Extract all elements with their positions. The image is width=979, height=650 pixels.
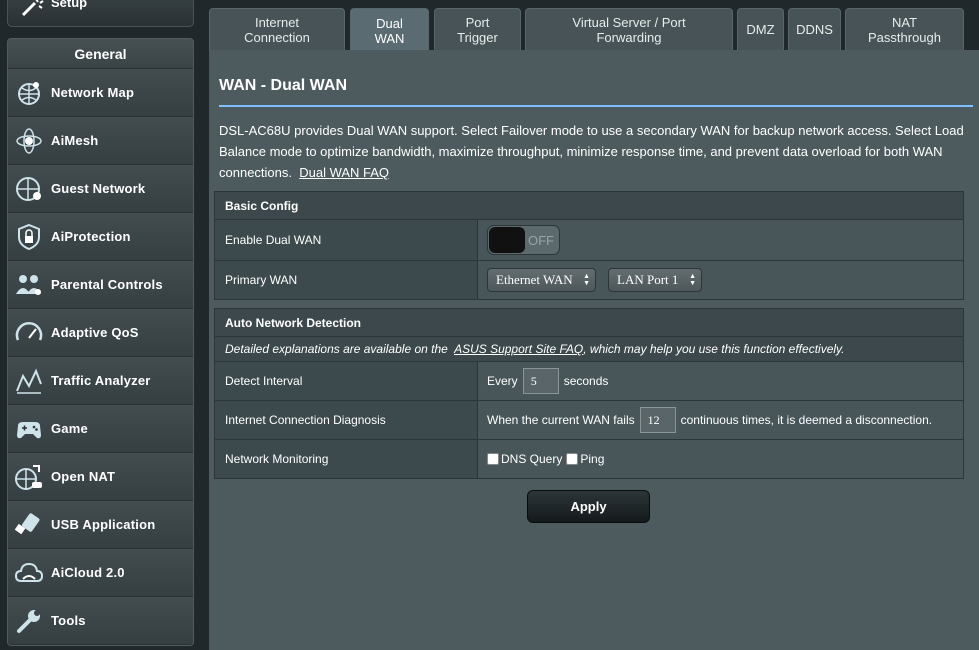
sidebar-item-aicloud-2-0[interactable]: AiCloud 2.0: [8, 549, 193, 597]
main-panel: WAN - Dual WAN DSL-AC68U provides Dual W…: [209, 50, 979, 650]
tab-internet-connection[interactable]: Internet Connection: [209, 8, 345, 50]
dns-query-label: DNS Query: [501, 452, 563, 466]
title-divider: [219, 105, 973, 107]
sidebar-item-label: AiProtection: [51, 229, 131, 244]
detect-every-text: Every: [487, 374, 518, 388]
enable-dual-wan-toggle[interactable]: OFF: [487, 225, 560, 255]
sidebar-item-adaptive-qos[interactable]: Adaptive QoS: [8, 309, 193, 357]
sidebar-item-label: Traffic Analyzer: [51, 373, 151, 388]
general-menu: General Network Map AiMesh Guest Network Ai…: [7, 38, 194, 646]
primary-wan-label: Primary WAN: [215, 261, 478, 299]
toggle-knob: [489, 227, 525, 253]
diagnosis-count-input[interactable]: 12: [639, 407, 676, 433]
sidebar-item-label: Parental Controls: [51, 277, 163, 292]
sidebar-item-label: AiMesh: [51, 133, 99, 148]
tab-port-trigger[interactable]: Port Trigger: [434, 8, 521, 50]
general-title: General: [8, 39, 193, 69]
sidebar-item-aiprotection[interactable]: AiProtection: [8, 213, 193, 261]
sidebar-item-label: Open NAT: [51, 469, 116, 484]
basic-config-table: Basic Config Enable Dual WAN OFF Primary…: [214, 191, 964, 300]
detect-seconds-text: seconds: [563, 374, 609, 388]
speedometer-icon: [14, 318, 44, 348]
tab-ddns[interactable]: DDNS: [788, 8, 841, 50]
dns-query-checkbox[interactable]: [487, 453, 499, 465]
shield-icon: [14, 222, 44, 252]
sidebar-item-label: Tools: [51, 613, 86, 628]
wrench-icon: [14, 606, 44, 636]
sidebar-item-open-nat[interactable]: Open NAT: [8, 453, 193, 501]
network-map-icon: [14, 78, 44, 108]
auto-detect-header: Auto Network Detection: [215, 309, 963, 337]
diagnosis-label: Internet Connection Diagnosis: [215, 401, 478, 439]
aimesh-icon: [14, 126, 44, 156]
usb-icon: [14, 510, 44, 540]
gamepad-icon: [14, 414, 44, 444]
setup-button[interactable]: Setup: [7, 0, 194, 27]
sidebar-item-label: AiCloud 2.0: [51, 565, 125, 580]
sidebar-item-guest-network[interactable]: Guest Network: [8, 165, 193, 213]
sidebar-item-usb-application[interactable]: USB Application: [8, 501, 193, 549]
detect-interval-label: Detect Interval: [215, 362, 478, 400]
sidebar-item-label: Guest Network: [51, 181, 146, 196]
detect-interval-input[interactable]: 5: [522, 368, 559, 394]
family-icon: [14, 270, 44, 300]
sidebar-item-traffic-analyzer[interactable]: Traffic Analyzer: [8, 357, 193, 405]
guest-network-icon: [14, 174, 44, 204]
asus-support-faq-link[interactable]: ASUS Support Site FAQ: [454, 342, 583, 356]
tab-virtual-server[interactable]: Virtual Server / Port Forwarding: [525, 8, 733, 50]
sidebar-item-network-map[interactable]: Network Map: [8, 69, 193, 117]
dual-wan-faq-link[interactable]: Dual WAN FAQ: [299, 165, 389, 180]
traffic-chart-icon: [14, 366, 44, 396]
tab-nat-passthrough[interactable]: NAT Passthrough: [845, 8, 964, 50]
select-arrows-icon: ▲ ▼: [689, 272, 696, 287]
page-title: WAN - Dual WAN: [219, 77, 347, 94]
auto-detect-table: Auto Network Detection Detailed explanat…: [214, 308, 964, 479]
select-arrows-icon: ▲ ▼: [583, 272, 590, 287]
diagnosis-pre-text: When the current WAN fails: [487, 413, 635, 427]
sidebar-item-tools[interactable]: Tools: [8, 597, 193, 645]
sidebar-item-label: Adaptive QoS: [51, 325, 139, 340]
setup-label: Setup: [51, 0, 88, 10]
primary-port-select[interactable]: LAN Port 1 ▲ ▼: [608, 268, 702, 292]
ping-label: Ping: [580, 452, 605, 466]
sidebar-item-parental-controls[interactable]: Parental Controls: [8, 261, 193, 309]
sidebar-item-game[interactable]: Game: [8, 405, 193, 453]
sidebar-item-label: USB Application: [51, 517, 156, 532]
enable-dual-wan-label: Enable Dual WAN: [215, 220, 478, 260]
toggle-state: OFF: [528, 233, 554, 248]
network-monitoring-label: Network Monitoring: [215, 440, 478, 478]
page-description: DSL-AC68U provides Dual WAN support. Sel…: [219, 123, 964, 180]
diagnosis-post-text: continuous times, it is deemed a disconn…: [680, 413, 933, 427]
wand-icon: [21, 0, 44, 17]
sidebar-item-aimesh[interactable]: AiMesh: [8, 117, 193, 165]
sidebar-item-label: Game: [51, 421, 88, 436]
ping-checkbox[interactable]: [566, 453, 579, 465]
sidebar-item-label: Network Map: [51, 85, 135, 100]
tab-dual-wan[interactable]: Dual WAN: [350, 8, 429, 52]
tab-dmz[interactable]: DMZ: [737, 8, 784, 50]
cloud-icon: [14, 558, 44, 588]
apply-button[interactable]: Apply: [527, 490, 650, 523]
open-nat-icon: [14, 462, 44, 492]
auto-detect-note: Detailed explanations are available on t…: [215, 337, 963, 362]
primary-wan-select[interactable]: Ethernet WAN ▲ ▼: [487, 268, 596, 292]
basic-config-header: Basic Config: [215, 192, 963, 220]
